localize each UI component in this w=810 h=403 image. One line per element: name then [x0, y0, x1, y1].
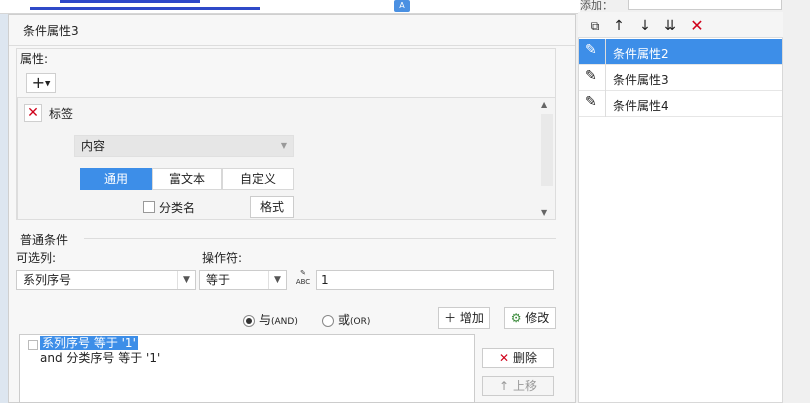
title-divider	[9, 45, 575, 46]
delete-icon[interactable]: ✕	[688, 17, 706, 35]
condition-row-checkbox[interactable]	[28, 340, 38, 350]
edit-gear-icon: ⚙	[510, 311, 522, 325]
row-divider	[605, 91, 606, 117]
copy-icon[interactable]: ⧉	[586, 17, 604, 35]
format-button[interactable]: 格式	[250, 196, 294, 218]
radio-selected-icon	[243, 314, 255, 327]
move-down-icon[interactable]: ↓	[636, 17, 654, 35]
category-name-checkbox[interactable]	[143, 201, 155, 213]
chevron-down-icon: ▼	[177, 271, 195, 289]
row-divider	[605, 39, 606, 65]
scroll-thumb[interactable]	[541, 114, 553, 186]
list-item-label: 条件属性3	[613, 73, 669, 87]
content-select-value: 内容	[81, 139, 106, 153]
plus-icon: +	[31, 73, 45, 92]
condition-row[interactable]: and 分类序号 等于 '1'	[40, 351, 160, 365]
tag-label: 标签	[49, 107, 74, 121]
list-item-condition-attribute-4[interactable]: ✎ 条件属性4	[579, 91, 782, 117]
column-label: 可选列:	[16, 251, 57, 265]
radio-unselected-icon	[322, 314, 334, 327]
increase-button[interactable]: ＋ 增加	[438, 307, 490, 329]
operator-select-value: 等于	[206, 273, 231, 287]
move-up-button[interactable]: ↑ 上移	[482, 376, 554, 396]
list-item-condition-attribute-3[interactable]: ✎ 条件属性3	[579, 65, 782, 91]
delete-condition-button[interactable]: ✕ 删除	[482, 348, 554, 368]
condition-divider	[84, 238, 556, 239]
operator-select[interactable]: 等于 ▼	[199, 270, 287, 290]
delete-button-label: 删除	[512, 351, 537, 365]
modify-button-label: 修改	[525, 311, 550, 325]
dropdown-arrow-icon: ▼	[280, 141, 287, 150]
condition-section-label: 普通条件	[20, 233, 69, 247]
column-select[interactable]: 系列序号 ▼	[16, 270, 196, 290]
pencil-icon: ✎	[585, 68, 597, 84]
column-select-value: 系列序号	[23, 273, 72, 287]
background-bar	[60, 0, 200, 3]
move-up-button-label: 上移	[512, 379, 537, 393]
tab-general[interactable]: 通用	[80, 168, 152, 190]
background-add-label: 添加：	[580, 0, 613, 12]
condition-row[interactable]: 系列序号 等于 '1'	[40, 336, 138, 350]
operator-label: 操作符:	[202, 251, 243, 265]
chevron-down-icon: ▼	[268, 271, 286, 289]
increase-button-label: 增加	[459, 311, 484, 325]
caret-down-icon: ▼	[45, 79, 51, 88]
or-radio[interactable]: 或(OR)	[322, 311, 370, 328]
close-icon: ✕	[27, 105, 39, 121]
plus-icon: ＋	[444, 311, 457, 325]
modify-button[interactable]: ⚙ 修改	[504, 307, 556, 329]
pencil-icon: ✎	[585, 42, 597, 58]
content-select[interactable]: 内容 ▼	[74, 135, 294, 157]
scroll-down-icon[interactable]: ▼	[541, 208, 547, 217]
background-bar	[30, 7, 260, 10]
value-type-icon[interactable]: ✎ ABC	[292, 269, 314, 289]
background-left-strip	[0, 0, 8, 403]
and-radio-suffix: (AND)	[271, 317, 298, 327]
and-radio[interactable]: 与(AND)	[243, 311, 298, 328]
row-divider	[605, 65, 606, 91]
tab-custom[interactable]: 自定义	[222, 168, 294, 190]
dialog-title: 条件属性3	[23, 24, 79, 38]
value-input[interactable]: 1	[316, 270, 554, 290]
and-radio-label: 与	[259, 313, 272, 327]
or-radio-suffix: (OR)	[350, 317, 371, 327]
delete-tag-button[interactable]: ✕	[24, 104, 42, 122]
category-name-label: 分类名	[159, 201, 196, 215]
move-to-bottom-icon[interactable]: ⇊	[661, 17, 679, 35]
background-badge: A	[394, 0, 410, 12]
scroll-up-icon[interactable]: ▲	[541, 100, 547, 109]
or-radio-label: 或	[338, 313, 351, 327]
list-item-label: 条件属性2	[613, 47, 669, 61]
background-add-input	[628, 0, 782, 10]
property-section-label: 属性:	[20, 52, 49, 66]
arrow-up-icon: ↑	[499, 379, 510, 393]
add-property-button[interactable]: +▼	[26, 73, 56, 93]
pencil-icon: ✎	[585, 94, 597, 110]
move-up-icon[interactable]: ↑	[610, 17, 628, 35]
list-toolbar	[578, 12, 783, 38]
property-scrollbar[interactable]: ▲ ▼	[538, 98, 555, 219]
list-item-label: 条件属性4	[613, 99, 669, 113]
tab-rich-text[interactable]: 富文本	[152, 168, 222, 190]
close-icon: ✕	[499, 351, 510, 365]
window-right-edge	[783, 0, 810, 403]
list-item-condition-attribute-2[interactable]: ✎ 条件属性2	[579, 39, 782, 65]
